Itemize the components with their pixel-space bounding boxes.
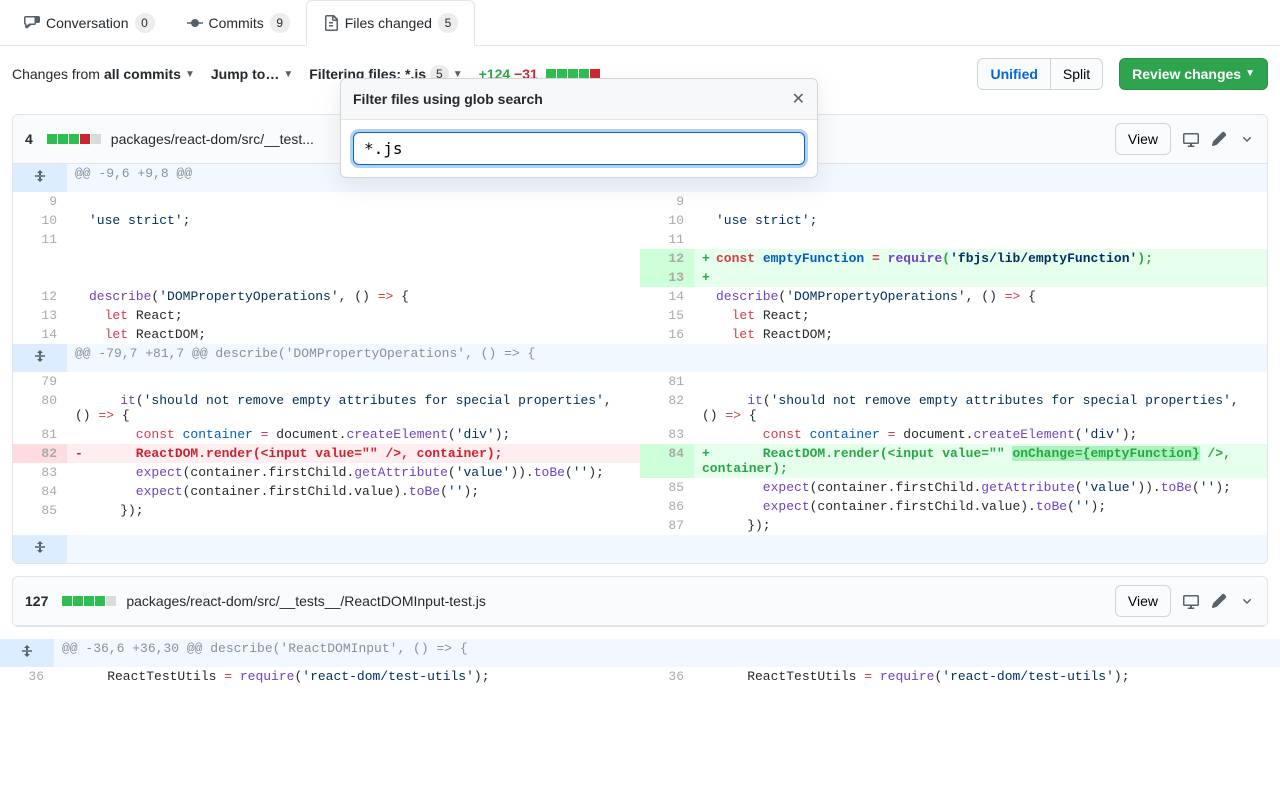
- file-change-count: 4: [25, 131, 33, 147]
- diffstat-bars: [62, 596, 116, 606]
- chevron-down-icon[interactable]: [1239, 593, 1255, 609]
- pr-tabs: Conversation 0 Commits 9 Files changed 5: [0, 0, 1280, 46]
- tab-count: 0: [135, 13, 155, 33]
- caret-down-icon: ▼: [283, 69, 293, 80]
- file-diff-icon: [323, 15, 339, 31]
- tab-label: Files changed: [345, 15, 432, 31]
- file-path[interactable]: packages/react-dom/src/__test...: [111, 131, 314, 147]
- split-button[interactable]: Split: [1050, 58, 1103, 90]
- display-icon[interactable]: [1183, 131, 1199, 147]
- tab-label: Conversation: [46, 15, 129, 31]
- hunk-header: @@ -36,6 +36,30 @@ describe('ReactDOMInp…: [54, 639, 1280, 667]
- tab-count: 9: [270, 13, 290, 33]
- view-file-button[interactable]: View: [1115, 585, 1171, 617]
- conversation-icon: [24, 15, 40, 31]
- glob-filter-input[interactable]: [353, 132, 805, 165]
- tab-commits[interactable]: Commits 9: [171, 1, 306, 45]
- caret-down-icon: ▼: [185, 69, 195, 80]
- display-icon[interactable]: [1183, 593, 1199, 609]
- hunk-header: @@ -79,7 +81,7 @@ describe('DOMPropertyO…: [67, 344, 1267, 372]
- chevron-down-icon[interactable]: [1239, 131, 1255, 147]
- expand-icon[interactable]: [13, 535, 67, 563]
- tab-label: Commits: [209, 15, 264, 31]
- jump-to-dropdown[interactable]: Jump to… ▼: [211, 66, 293, 82]
- changes-from-dropdown[interactable]: Changes from all commits ▼: [12, 66, 195, 82]
- tab-files-changed[interactable]: Files changed 5: [306, 0, 475, 46]
- tab-conversation[interactable]: Conversation 0: [8, 1, 171, 45]
- file-diff: 4 packages/react-dom/src/__test... View …: [12, 114, 1268, 564]
- file-path[interactable]: packages/react-dom/src/__tests__/ReactDO…: [126, 593, 485, 609]
- review-changes-button[interactable]: Review changes ▼: [1119, 58, 1268, 90]
- view-file-button[interactable]: View: [1115, 123, 1171, 155]
- pencil-icon[interactable]: [1211, 131, 1227, 147]
- file-header: 127 packages/react-dom/src/__tests__/Rea…: [13, 577, 1267, 626]
- expand-icon[interactable]: [13, 164, 67, 192]
- diffstat-bars: [47, 134, 101, 144]
- popover-title: Filter files using glob search: [353, 91, 792, 107]
- file-diff: 127 packages/react-dom/src/__tests__/Rea…: [12, 576, 1268, 627]
- caret-down-icon: ▼: [1245, 64, 1255, 84]
- file-filter-popover: Filter files using glob search ✕: [340, 78, 818, 178]
- pencil-icon[interactable]: [1211, 593, 1227, 609]
- commits-icon: [187, 15, 203, 31]
- tab-count: 5: [438, 13, 458, 33]
- file-change-count: 127: [25, 593, 48, 609]
- expand-icon[interactable]: [0, 639, 54, 667]
- unified-button[interactable]: Unified: [977, 58, 1050, 90]
- diff-view-toggle: Unified Split: [977, 58, 1103, 90]
- close-icon[interactable]: ✕: [792, 89, 805, 109]
- expand-icon[interactable]: [13, 344, 67, 372]
